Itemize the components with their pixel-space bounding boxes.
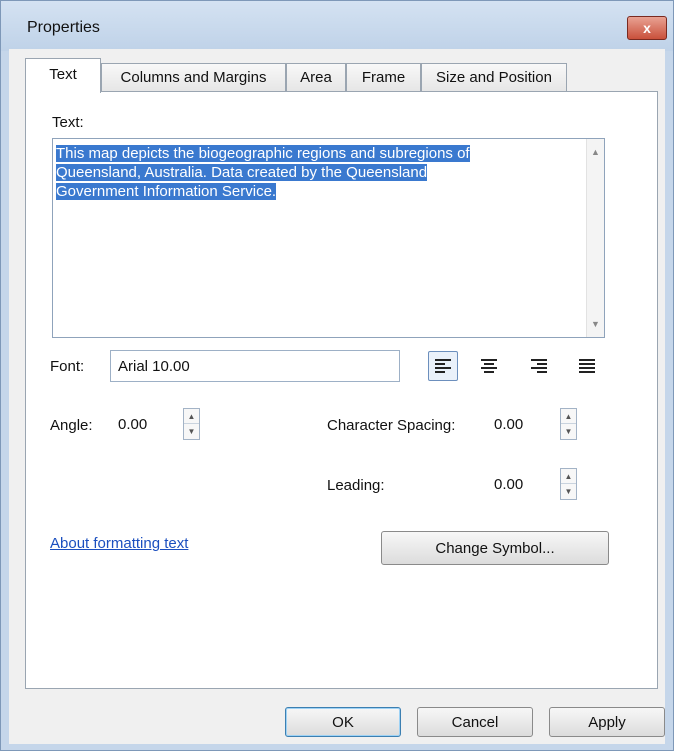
tab-area[interactable]: Area (286, 63, 346, 91)
character-spacing-label: Character Spacing: (327, 417, 456, 434)
align-left-icon (435, 359, 451, 373)
cancel-label: Cancel (451, 713, 499, 731)
angle-spinner[interactable]: ▲ ▼ (183, 408, 200, 440)
tab-label: Text (49, 66, 77, 83)
cancel-button[interactable]: Cancel (417, 707, 533, 737)
apply-label: Apply (588, 713, 626, 731)
spin-up-icon[interactable]: ▲ (184, 409, 199, 424)
font-value: Arial 10.00 (118, 357, 190, 375)
change-symbol-label: Change Symbol... (435, 539, 555, 557)
spin-up-icon[interactable]: ▲ (561, 469, 576, 484)
text-content: This map depicts the biogeographic regio… (56, 144, 556, 201)
align-right-button[interactable] (524, 351, 554, 381)
close-button[interactable]: x (627, 16, 667, 40)
about-formatting-text-link[interactable]: About formatting text (50, 535, 188, 552)
character-spacing-value: 0.00 (494, 415, 524, 433)
font-label: Font: (50, 358, 85, 375)
tab-label: Size and Position (436, 69, 552, 86)
leading-spinner[interactable]: ▲ ▼ (560, 468, 577, 500)
scroll-up-icon[interactable]: ▲ (591, 147, 600, 157)
text-area-scrollbar[interactable]: ▲ ▼ (586, 139, 604, 337)
align-right-icon (531, 359, 547, 373)
ok-button[interactable]: OK (285, 707, 401, 737)
close-icon: x (643, 20, 651, 36)
character-spacing-spinner[interactable]: ▲ ▼ (560, 408, 577, 440)
tab-label: Frame (361, 69, 406, 86)
align-left-button[interactable] (428, 351, 458, 381)
align-justify-icon (579, 359, 595, 373)
spin-down-icon[interactable]: ▼ (561, 424, 576, 439)
text-line: This map depicts the biogeographic regio… (56, 145, 470, 162)
tab-columns-and-margins[interactable]: Columns and Margins (101, 63, 286, 91)
tab-label: Area (300, 69, 332, 86)
leading-value: 0.00 (494, 475, 524, 493)
tab-frame[interactable]: Frame (346, 63, 421, 91)
dialog-client-area: Text Columns and Margins Area Frame Size… (9, 49, 665, 744)
change-symbol-button[interactable]: Change Symbol... (381, 531, 609, 565)
text-label: Text: (52, 114, 84, 131)
angle-label: Angle: (50, 417, 93, 434)
spin-down-icon[interactable]: ▼ (184, 424, 199, 439)
character-spacing-field[interactable]: 0.00 (486, 408, 556, 440)
align-center-button[interactable] (474, 351, 504, 381)
spin-down-icon[interactable]: ▼ (561, 484, 576, 499)
leading-field[interactable]: 0.00 (486, 468, 556, 500)
tab-text[interactable]: Text (25, 58, 101, 93)
align-justify-button[interactable] (572, 351, 602, 381)
ok-label: OK (332, 713, 354, 731)
text-line: Queensland, Australia. Data created by t… (56, 164, 428, 181)
title-bar[interactable]: Properties x (1, 1, 673, 51)
angle-field[interactable]: 0.00 (110, 408, 180, 440)
leading-label: Leading: (327, 477, 385, 494)
apply-button[interactable]: Apply (549, 707, 665, 737)
font-field[interactable]: Arial 10.00 (110, 350, 400, 382)
window-title: Properties (27, 19, 100, 36)
tab-size-and-position[interactable]: Size and Position (421, 63, 567, 91)
scroll-down-icon[interactable]: ▼ (591, 319, 600, 329)
text-tab-panel: Text: This map depicts the biogeographic… (25, 91, 658, 689)
text-area[interactable]: This map depicts the biogeographic regio… (52, 138, 605, 338)
align-center-icon (481, 359, 497, 373)
text-line: Government Information Service. (56, 183, 277, 200)
angle-value: 0.00 (118, 415, 148, 433)
spin-up-icon[interactable]: ▲ (561, 409, 576, 424)
properties-dialog: Properties x Text Columns and Margins Ar… (0, 0, 674, 751)
tab-label: Columns and Margins (120, 69, 267, 86)
